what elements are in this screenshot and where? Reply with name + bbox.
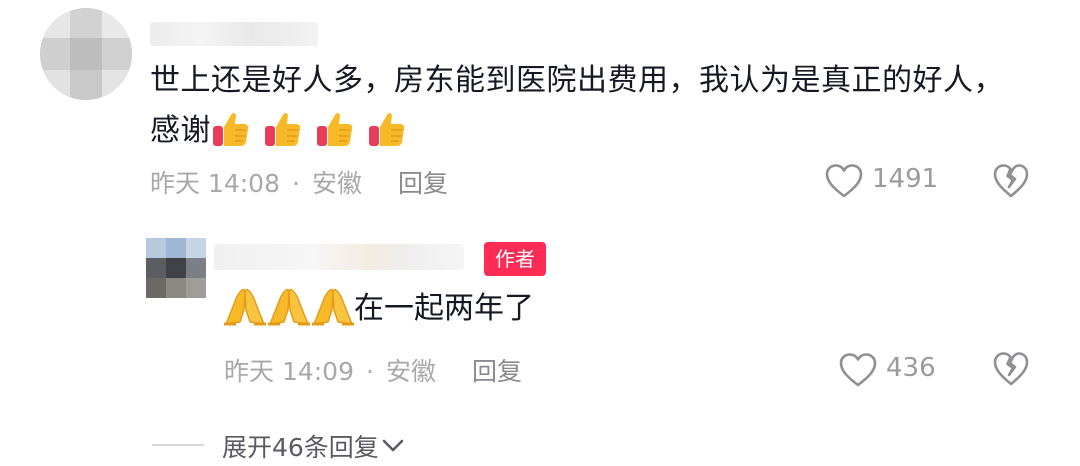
meta-separator: · (292, 169, 300, 198)
thumbs-up-icon (213, 112, 249, 146)
thumbs-up-icon (265, 112, 301, 146)
expand-divider (152, 444, 204, 446)
author-badge: 作者 (484, 242, 546, 276)
heart-icon[interactable] (838, 352, 878, 388)
expand-replies-button[interactable]: 展开46条回复 (222, 428, 405, 464)
comment-location: 安徽 (311, 169, 362, 198)
like-count: 1491 (872, 164, 939, 194)
comment-line-1: 世上还是好人多，房东能到医院出费用，我认为是真正的好人， (150, 63, 1004, 98)
comment-time: 昨天 14:08 (150, 169, 280, 198)
broken-heart-icon[interactable] (992, 350, 1030, 388)
comment-meta: 昨天 14:08 · 安徽 回复 (150, 164, 448, 200)
expand-replies-label: 展开46条回复 (222, 433, 379, 462)
reply-avatar[interactable] (146, 238, 206, 298)
thumbs-up-icon (317, 112, 353, 146)
folded-hands-icon (312, 288, 354, 326)
reply-location: 安徽 (385, 357, 436, 386)
folded-hands-icon (268, 288, 310, 326)
username-blurred[interactable] (150, 22, 318, 46)
meta-separator: · (366, 357, 374, 386)
reply-button[interactable]: 回复 (398, 169, 448, 198)
thumbs-up-icon (369, 112, 405, 146)
broken-heart-icon[interactable] (992, 162, 1030, 200)
reply-reply-button[interactable]: 回复 (472, 357, 522, 386)
reply-text-content: 在一起两年了 (354, 291, 534, 326)
reply-text: 在一起两年了 (222, 284, 534, 334)
reply-like-count: 436 (886, 353, 936, 383)
reply-username-blurred[interactable] (214, 244, 464, 270)
reply-time: 昨天 14:09 (224, 357, 354, 386)
avatar[interactable] (40, 8, 132, 100)
heart-icon[interactable] (824, 163, 864, 199)
chevron-down-icon (382, 439, 404, 452)
comment-line-2: 感谢 (150, 106, 1030, 157)
emoji-group (211, 107, 409, 157)
folded-hands-icon (224, 288, 266, 326)
comment-text: 世上还是好人多，房东能到医院出费用，我认为是真正的好人， 感谢 (150, 56, 1030, 157)
comment-line-2-text: 感谢 (150, 113, 211, 148)
reply-meta: 昨天 14:09 · 安徽 回复 (224, 352, 522, 388)
